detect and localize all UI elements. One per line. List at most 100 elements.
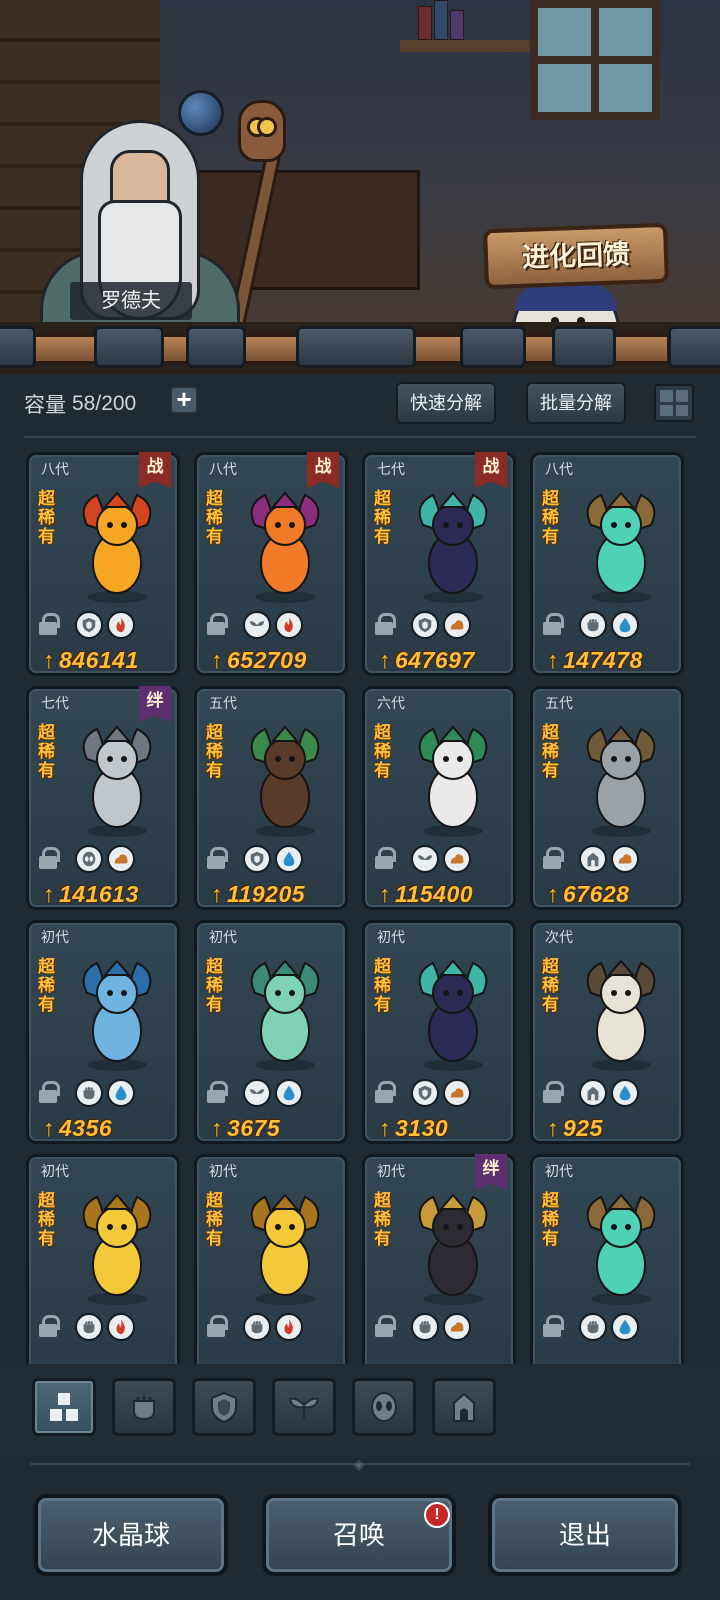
grid-view-icon[interactable]	[654, 384, 694, 422]
rarity-label: 超稀有	[206, 957, 223, 1014]
lock-icon[interactable]	[543, 847, 564, 869]
divider-ornament: ◈	[353, 1456, 365, 1472]
power-icon: ↑	[43, 647, 55, 673]
monster-card[interactable]: 初代 超稀有 ↑ 3675	[194, 920, 348, 1144]
quick-decompose-button[interactable]: 快速分解	[396, 382, 496, 424]
bond-badge: 绊	[475, 1154, 507, 1190]
rarity-label: 超稀有	[206, 489, 223, 546]
summon-alert-badge: !	[424, 1502, 450, 1528]
fist-icon	[133, 1396, 155, 1421]
monster-card[interactable]: 初代 超稀有 ↑ 3130	[362, 920, 516, 1144]
battle-badge: 战	[307, 452, 339, 488]
power-display: ↑ 141613	[43, 881, 139, 908]
water-icon	[275, 1079, 303, 1107]
water-icon	[611, 1313, 639, 1341]
monster-portrait	[67, 485, 167, 605]
power-icon: ↑	[547, 647, 559, 673]
fist-icon	[411, 1313, 439, 1341]
power-icon: ↑	[43, 881, 55, 907]
lock-icon[interactable]	[543, 1081, 564, 1103]
lock-icon[interactable]	[543, 1315, 564, 1337]
filter-alien-tab[interactable]	[352, 1378, 416, 1436]
earth-icon	[107, 845, 135, 873]
rarity-label: 超稀有	[38, 1191, 55, 1248]
lock-icon[interactable]	[39, 613, 60, 635]
monster-card[interactable]: 七代 战超稀有 ↑ 647697	[362, 452, 516, 676]
rarity-label: 超稀有	[206, 1191, 223, 1248]
power-value: 67628	[563, 881, 630, 907]
tower-icon	[579, 845, 607, 873]
lock-icon[interactable]	[39, 1315, 60, 1337]
generation-label: 七代	[41, 695, 69, 711]
power-icon: ↑	[379, 1115, 391, 1141]
monster-card[interactable]: 次代 超稀有 ↑ 925	[530, 920, 684, 1144]
generation-label: 八代	[41, 461, 69, 477]
rarity-label: 超稀有	[38, 723, 55, 780]
monster-portrait	[235, 719, 335, 839]
monster-card[interactable]: 六代 超稀有 ↑ 115400	[362, 686, 516, 910]
lock-icon[interactable]	[375, 613, 396, 635]
lock-icon[interactable]	[207, 847, 228, 869]
lock-icon[interactable]	[375, 1081, 396, 1103]
evolution-feedback-button[interactable]: 进化回馈	[483, 222, 669, 290]
fire-icon	[107, 1313, 135, 1341]
monster-card[interactable]: 初代 绊超稀有	[362, 1154, 516, 1364]
filter-leaf-tab[interactable]	[272, 1378, 336, 1436]
earth-icon	[443, 1079, 471, 1107]
lock-icon[interactable]	[39, 1081, 60, 1103]
monster-card[interactable]: 五代 超稀有 ↑ 119205	[194, 686, 348, 910]
divider	[24, 436, 696, 438]
power-display: ↑ 846141	[43, 647, 139, 674]
power-display: ↑ 4356	[43, 1115, 112, 1142]
power-icon: ↑	[547, 1115, 559, 1141]
earth-icon	[443, 611, 471, 639]
filter-tower-tab[interactable]	[432, 1378, 496, 1436]
monster-card[interactable]: 八代 超稀有 ↑ 147478	[530, 452, 684, 676]
monster-card[interactable]: 初代 超稀有	[26, 1154, 180, 1364]
lock-icon[interactable]	[375, 1315, 396, 1337]
generation-label: 七代	[377, 461, 405, 477]
lock-icon[interactable]	[207, 1315, 228, 1337]
monster-card[interactable]: 七代 绊超稀有 ↑ 141613	[26, 686, 180, 910]
fire-icon	[275, 1313, 303, 1341]
lock-icon[interactable]	[375, 847, 396, 869]
tower-icon	[579, 1079, 607, 1107]
water-icon	[611, 1079, 639, 1107]
power-value: 3675	[227, 1115, 281, 1141]
power-display: ↑ 652709	[211, 647, 307, 674]
power-value: 652709	[227, 647, 307, 673]
monster-portrait	[67, 1187, 167, 1307]
expand-capacity-button[interactable]: +	[170, 386, 198, 414]
generation-label: 八代	[209, 461, 237, 477]
rarity-label: 超稀有	[206, 723, 223, 780]
lock-icon[interactable]	[207, 613, 228, 635]
crystal-ball-button[interactable]: 水晶球	[34, 1494, 228, 1576]
shield-icon	[75, 611, 103, 639]
power-icon: ↑	[379, 881, 391, 907]
filter-fist-tab[interactable]	[112, 1378, 176, 1436]
shield-icon	[411, 611, 439, 639]
lock-icon[interactable]	[543, 613, 564, 635]
filter-all-tab[interactable]	[32, 1378, 96, 1436]
power-display: ↑ 3130	[379, 1115, 448, 1142]
earth-icon	[611, 845, 639, 873]
power-display: ↑ 647697	[379, 647, 475, 674]
batch-decompose-button[interactable]: 批量分解	[526, 382, 626, 424]
lock-icon[interactable]	[39, 847, 60, 869]
rarity-label: 超稀有	[374, 723, 391, 780]
exit-button[interactable]: 退出	[488, 1494, 682, 1576]
battle-badge: 战	[475, 452, 507, 488]
rarity-label: 超稀有	[38, 489, 55, 546]
lock-icon[interactable]	[207, 1081, 228, 1103]
water-icon	[107, 1079, 135, 1107]
monster-card[interactable]: 初代超稀有 ↑ 4356	[26, 920, 180, 1144]
monster-card[interactable]: 初代 超稀有	[530, 1154, 684, 1364]
monster-card[interactable]: 五代 超稀有 ↑ 67628	[530, 686, 684, 910]
filter-shield-tab[interactable]	[192, 1378, 256, 1436]
generation-label: 初代	[41, 929, 69, 945]
monster-card[interactable]: 八代 战超稀有 ↑ 652709	[194, 452, 348, 676]
rarity-label: 超稀有	[38, 957, 55, 1014]
monster-card[interactable]: 八代 战超稀有 ↑ 846141	[26, 452, 180, 676]
battle-badge: 战	[139, 452, 171, 488]
monster-card[interactable]: 初代 超稀有	[194, 1154, 348, 1364]
